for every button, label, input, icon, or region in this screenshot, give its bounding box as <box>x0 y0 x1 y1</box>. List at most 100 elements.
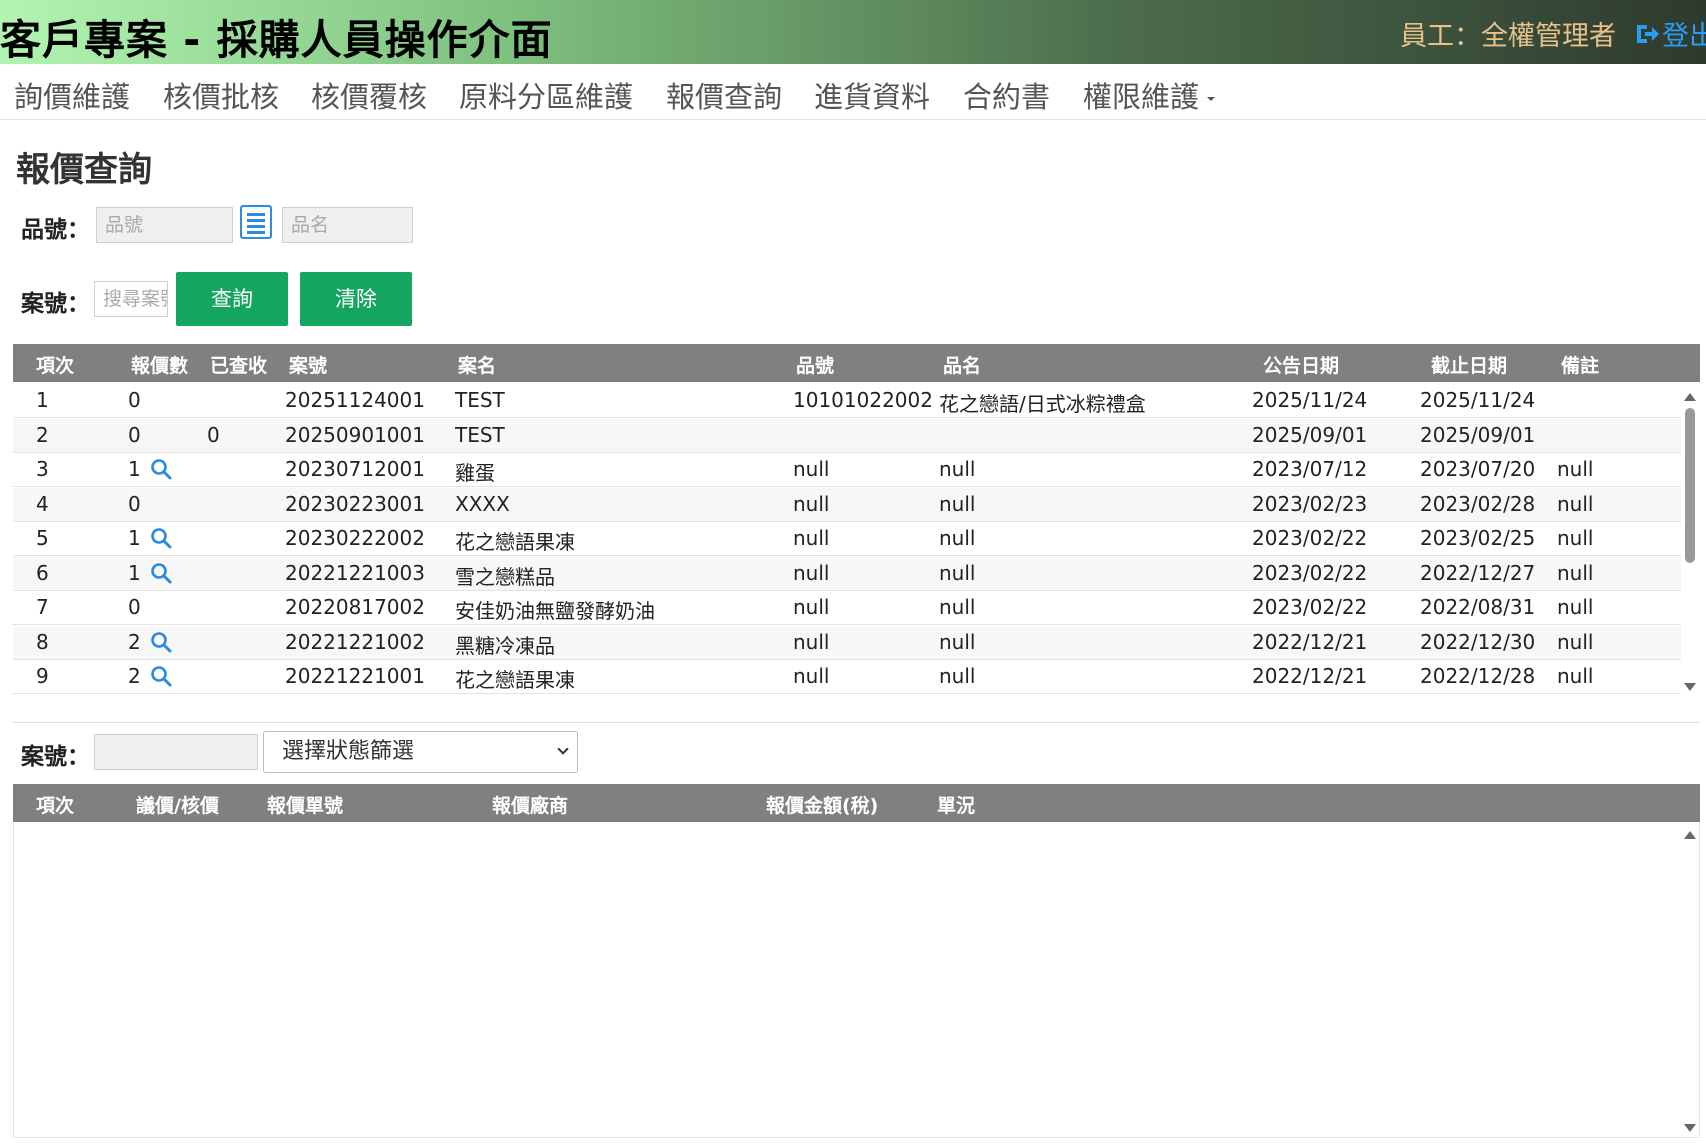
table-row[interactable]: 6 1 20221221003 雪之戀糕品 null null 2023/02/22 2022… <box>13 556 1681 591</box>
case-search-input[interactable]: 搜尋案號 <box>94 281 168 317</box>
page-title: 報價查詢 <box>16 150 152 190</box>
search-icon[interactable] <box>150 665 172 687</box>
cell-quote-count: 1 <box>128 457 141 481</box>
col-header-publish-date: 公告日期 <box>1263 355 1340 377</box>
quote-table-header: 項次 報價數 已查收 案號 案名 品號 品名 公告日期 截止日期 備註 <box>13 344 1700 382</box>
cell-case-name: XXXX <box>455 491 510 516</box>
query-button[interactable]: 查詢 <box>176 272 288 326</box>
table-row[interactable]: 5 1 20230222002 花之戀語果凍 null null 2023/02/22 202… <box>13 522 1681 556</box>
cell-no: 3 <box>36 457 49 481</box>
app-title: 客戶專案 - 採購人員操作介面 <box>0 16 553 64</box>
table-row[interactable]: 7 0 20220817002 安佳奶油無鹽發酵奶油 null null 2023/02/2… <box>13 591 1681 625</box>
cell-case-no: 20221221002 <box>285 629 425 654</box>
cell-quote-count: 0 <box>128 388 141 412</box>
chevron-down-icon <box>557 743 569 755</box>
nav-item-material-zone[interactable]: 原料分區維護 <box>459 74 633 116</box>
logout-icon <box>1637 24 1659 43</box>
cell-part-name: null <box>939 595 976 619</box>
cell-note: null <box>1557 595 1594 619</box>
cell-due-date: 2022/08/31 <box>1420 595 1536 619</box>
nav-item-contract[interactable]: 合約書 <box>963 74 1050 116</box>
scrollbar-thumb[interactable] <box>1685 408 1695 563</box>
cell-publish-date: 2023/02/22 <box>1252 526 1368 550</box>
col-header-no: 項次 <box>36 355 75 377</box>
cell-publish-date: 2025/09/01 <box>1252 422 1368 447</box>
cell-no: 5 <box>36 526 49 550</box>
cell-publish-date: 2022/12/21 <box>1252 664 1368 688</box>
nav-item-approval[interactable]: 核價批核 <box>163 74 279 116</box>
cell-case-name: 雞蛋 <box>455 461 495 485</box>
search-icon[interactable] <box>150 527 172 549</box>
search-icon[interactable] <box>150 562 172 584</box>
detail-case-input[interactable] <box>94 734 258 770</box>
table-row[interactable]: 4 0 20230223001 XXXX null null 2023/02/23 2023/… <box>13 487 1681 522</box>
cell-quote-count: 0 <box>128 491 141 516</box>
scroll-up-icon[interactable] <box>1684 393 1696 401</box>
cell-case-no: 20221221003 <box>285 560 425 585</box>
clear-button[interactable]: 清除 <box>300 272 412 326</box>
search-icon[interactable] <box>150 631 172 653</box>
detail-col-no: 項次 <box>36 795 75 817</box>
nav-item-review[interactable]: 核價覆核 <box>311 74 427 116</box>
cell-publish-date: 2023/02/23 <box>1252 491 1368 516</box>
cell-no: 4 <box>36 491 49 516</box>
quote-table-scrollbar[interactable] <box>1683 388 1697 694</box>
detail-col-negotiation: 議價/核價 <box>136 795 219 817</box>
cell-part-no: null <box>793 491 830 516</box>
detail-scroll-down-icon[interactable] <box>1684 1124 1696 1132</box>
detail-col-vendor: 報價廠商 <box>492 795 569 817</box>
part-name-input[interactable]: 品名 <box>282 207 413 243</box>
detail-table-header: 項次 議價/核價 報價單號 報價廠商 報價金額(稅) 單況 <box>13 784 1700 822</box>
detail-col-quote-no: 報價單號 <box>267 795 344 817</box>
list-icon[interactable] <box>240 205 272 239</box>
nav-item-purchase-data[interactable]: 進貨資料 <box>814 74 930 116</box>
cell-publish-date: 2025/11/24 <box>1252 388 1368 412</box>
detail-table-scrollbar[interactable] <box>1683 826 1697 1136</box>
cell-viewed: 0 <box>207 422 220 447</box>
cell-no: 2 <box>36 422 49 447</box>
cell-part-no: null <box>793 595 830 619</box>
logout-button[interactable]: 登出 <box>1634 14 1706 53</box>
detail-case-label: 案號： <box>21 744 90 770</box>
cell-due-date: 2025/11/24 <box>1420 388 1536 412</box>
col-header-case-name: 案名 <box>458 355 497 377</box>
cell-case-no: 20251124001 <box>285 388 425 412</box>
table-row[interactable]: 1 0 20251124001 TEST 10101022002 花之戀語/日式冰粽禮盒 2… <box>13 384 1681 418</box>
nav-item-quote-query[interactable]: 報價查詢 <box>666 74 782 116</box>
cell-publish-date: 2023/02/22 <box>1252 595 1368 619</box>
cell-quote-count: 0 <box>128 595 141 619</box>
table-row[interactable]: 9 2 20221221001 花之戀語果凍 null null 2022/12/21 202… <box>13 660 1681 694</box>
cell-due-date: 2023/02/25 <box>1420 526 1536 550</box>
detail-scroll-up-icon[interactable] <box>1684 831 1696 839</box>
search-icon[interactable] <box>150 458 172 480</box>
cell-no: 1 <box>36 388 49 412</box>
table-row[interactable]: 3 1 20230712001 雞蛋 null null 2023/07/12 2023/07… <box>13 453 1681 487</box>
cell-part-no: null <box>793 629 830 654</box>
part-label: 品號： <box>21 217 90 243</box>
table-row[interactable]: 8 2 20221221002 黑糖冷凍品 null null 2022/12/21 2022… <box>13 625 1681 660</box>
cell-part-name: null <box>939 526 976 550</box>
cell-case-no: 20250901001 <box>285 422 425 447</box>
detail-col-status: 單況 <box>937 795 976 817</box>
scroll-down-icon[interactable] <box>1684 683 1696 691</box>
cell-part-name: null <box>939 629 976 654</box>
cell-no: 7 <box>36 595 49 619</box>
nav-item-permissions-label: 權限維護 <box>1083 80 1200 114</box>
detail-col-amount: 報價金額(稅) <box>766 795 879 817</box>
cell-quote-count: 2 <box>128 664 141 688</box>
status-filter-value: 選擇狀態篩選 <box>282 739 415 764</box>
cell-case-name: TEST <box>455 422 505 447</box>
table-row[interactable]: 2 0 0 20250901001 TEST 2025/09/01 2025/09/01 <box>13 418 1681 453</box>
nav-item-inquiry[interactable]: 詢價維護 <box>14 74 130 116</box>
status-filter-select[interactable]: 選擇狀態篩選 <box>263 731 578 773</box>
cell-part-name: null <box>939 491 976 516</box>
cell-publish-date: 2022/12/21 <box>1252 629 1368 654</box>
cell-case-name: 安佳奶油無鹽發酵奶油 <box>455 599 655 623</box>
cell-case-name: TEST <box>455 388 505 412</box>
part-input[interactable]: 品號 <box>96 207 233 243</box>
cell-quote-count: 0 <box>128 422 141 447</box>
user-info: 員工：全權管理者 <box>1400 21 1616 52</box>
cell-part-name: null <box>939 560 976 585</box>
cell-due-date: 2023/02/28 <box>1420 491 1536 516</box>
nav-item-permissions[interactable]: 權限維護 <box>1083 74 1216 116</box>
